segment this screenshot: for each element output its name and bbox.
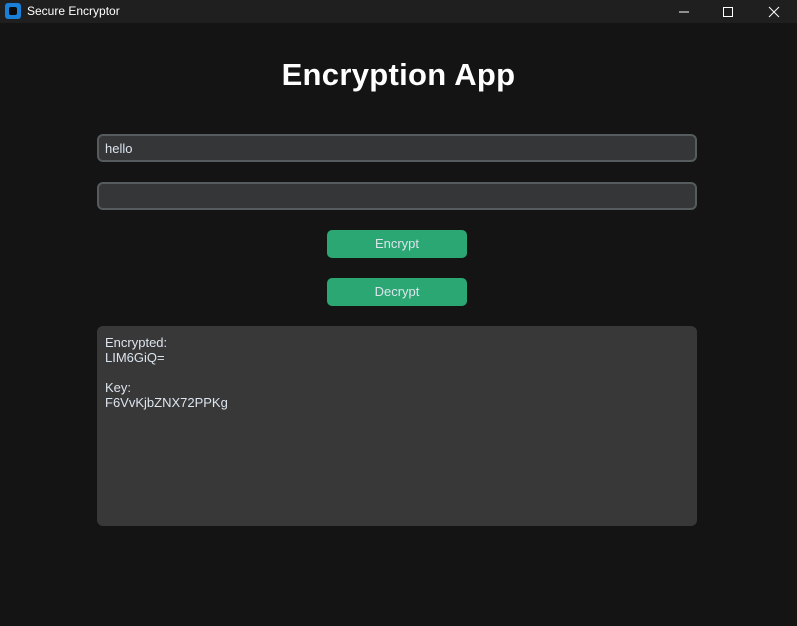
encrypted-value: LIM6GiQ= bbox=[105, 350, 165, 365]
minimize-button[interactable] bbox=[661, 0, 707, 23]
close-button[interactable] bbox=[751, 0, 797, 23]
title-bar[interactable]: Secure Encryptor bbox=[0, 0, 797, 23]
message-input[interactable] bbox=[97, 134, 697, 162]
key-value: F6VvKjbZNX72PPKg bbox=[105, 395, 228, 410]
encrypted-label: Encrypted: bbox=[105, 335, 168, 350]
minimize-icon bbox=[679, 11, 689, 12]
key-input[interactable] bbox=[97, 182, 697, 210]
close-icon bbox=[768, 6, 780, 17]
page-title: Encryption App bbox=[281, 57, 516, 92]
decrypt-button[interactable]: Decrypt bbox=[327, 278, 467, 306]
app-window: Secure Encryptor Encryption App Encrypt … bbox=[0, 0, 797, 626]
key-label: Key: bbox=[105, 380, 132, 395]
app-icon bbox=[5, 3, 21, 19]
window-title: Secure Encryptor bbox=[27, 4, 120, 18]
maximize-button[interactable] bbox=[705, 0, 751, 23]
encrypt-button[interactable]: Encrypt bbox=[327, 230, 467, 258]
output-textbox[interactable]: Encrypted: LIM6GiQ= Key: F6VvKjbZNX72PPK… bbox=[97, 326, 697, 526]
maximize-icon bbox=[723, 6, 733, 17]
